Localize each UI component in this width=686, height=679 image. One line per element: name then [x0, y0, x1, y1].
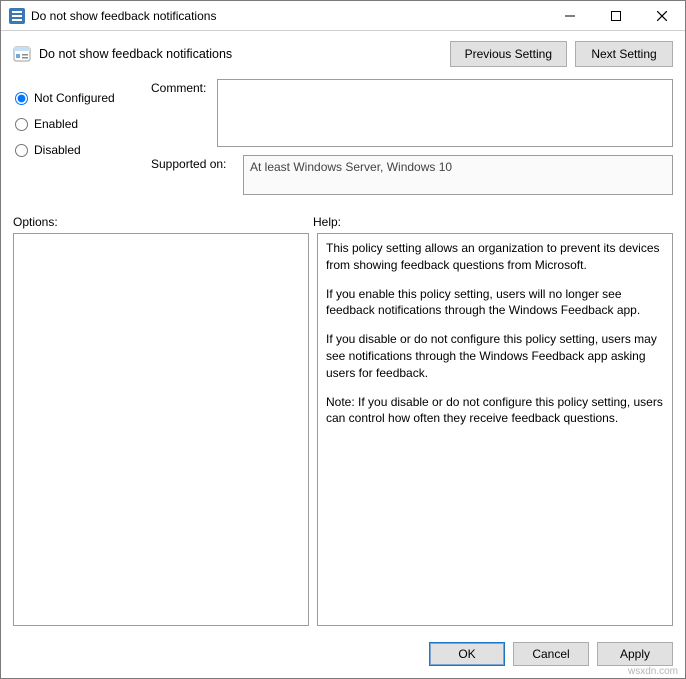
policy-icon — [13, 45, 31, 63]
titlebar: Do not show feedback notifications — [1, 1, 685, 31]
fields-area: Comment: Supported on: — [151, 77, 673, 203]
ok-button[interactable]: OK — [429, 642, 505, 666]
policy-header: Do not show feedback notifications Previ… — [1, 31, 685, 73]
radio-enabled[interactable]: Enabled — [13, 111, 151, 137]
maximize-button[interactable] — [593, 1, 639, 31]
minimize-button[interactable] — [547, 1, 593, 31]
apply-button[interactable]: Apply — [597, 642, 673, 666]
help-p1: This policy setting allows an organizati… — [326, 240, 664, 274]
previous-setting-button[interactable]: Previous Setting — [450, 41, 567, 67]
comment-label: Comment: — [151, 79, 217, 95]
help-pane[interactable]: This policy setting allows an organizati… — [317, 233, 673, 626]
comment-input[interactable] — [217, 79, 673, 147]
options-pane[interactable] — [13, 233, 309, 626]
pane-labels: Options: Help: — [1, 211, 685, 233]
cancel-button[interactable]: Cancel — [513, 642, 589, 666]
radio-not-configured-label: Not Configured — [34, 91, 115, 105]
state-radios: Not Configured Enabled Disabled — [13, 77, 151, 203]
help-label: Help: — [313, 215, 673, 229]
supported-value — [243, 155, 673, 195]
radio-disabled-label: Disabled — [34, 143, 81, 157]
radio-disabled[interactable]: Disabled — [13, 137, 151, 163]
radio-not-configured[interactable]: Not Configured — [13, 85, 151, 111]
supported-label: Supported on: — [151, 155, 243, 171]
app-icon — [9, 8, 25, 24]
window-title: Do not show feedback notifications — [31, 9, 547, 23]
options-label: Options: — [13, 215, 313, 229]
config-area: Not Configured Enabled Disabled Comment:… — [1, 73, 685, 211]
next-setting-button[interactable]: Next Setting — [575, 41, 673, 67]
policy-title: Do not show feedback notifications — [39, 47, 442, 61]
help-p2: If you enable this policy setting, users… — [326, 286, 664, 320]
radio-enabled-label: Enabled — [34, 117, 78, 131]
dialog-footer: OK Cancel Apply — [1, 634, 685, 678]
radio-disabled-input[interactable] — [15, 144, 28, 157]
help-p3: If you disable or do not configure this … — [326, 331, 664, 381]
panes: This policy setting allows an organizati… — [1, 233, 685, 634]
radio-not-configured-input[interactable] — [15, 92, 28, 105]
close-button[interactable] — [639, 1, 685, 31]
radio-enabled-input[interactable] — [15, 118, 28, 131]
help-p4: Note: If you disable or do not configure… — [326, 394, 664, 428]
